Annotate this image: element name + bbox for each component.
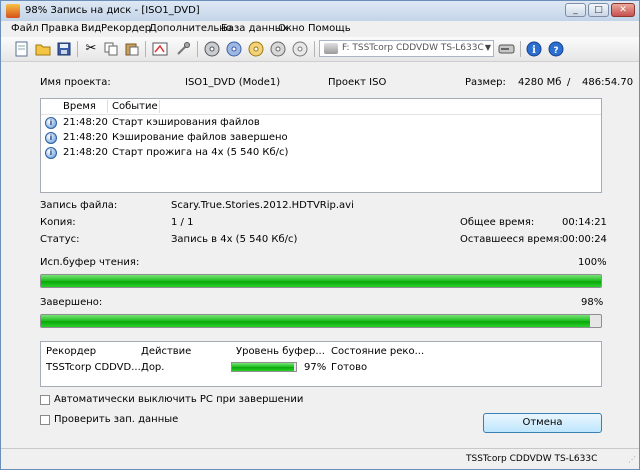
disc-info-icon[interactable] [291, 40, 309, 58]
complete-progress-fill [41, 315, 590, 327]
size-used: 4280 Мб [518, 77, 562, 88]
rec-col-state[interactable]: Состояние реко... [331, 346, 424, 357]
size-total: 486:54.70 [582, 77, 634, 88]
save-icon[interactable] [55, 40, 73, 58]
log-message: Кэширование файлов завершено [112, 132, 288, 143]
rec-buffer-fill [232, 363, 295, 371]
log-col-event[interactable]: Событие [112, 101, 158, 112]
web-help-icon[interactable]: ? [547, 40, 565, 58]
file-label: Запись файла: [40, 200, 118, 211]
copy-icon[interactable] [102, 40, 120, 58]
menu-extra[interactable]: Дополнительно [149, 23, 232, 34]
disc-icon[interactable] [203, 40, 221, 58]
file-value: Scary.True.Stories.2012.HDTVRip.avi [171, 200, 354, 211]
remaining-label: Оставшееся время: [460, 234, 563, 245]
burn-icon[interactable] [151, 40, 169, 58]
rec-recorder: TSSTcorp CDDVD... [46, 362, 141, 373]
log-row[interactable]: i 21:48:20 Старт кэширования файлов [41, 115, 601, 130]
complete-label: Завершено: [40, 297, 103, 308]
maximize-button[interactable]: □ [588, 3, 609, 17]
buffer-progress-fill [41, 275, 601, 287]
new-icon[interactable] [13, 40, 31, 58]
recorder-table[interactable]: Рекордер Действие Уровень буфер... Состо… [40, 341, 602, 387]
log-message: Старт прожига на 4x (5 540 Кб/с) [112, 147, 289, 158]
project-name-value: ISO1_DVD (Mode1) [185, 77, 281, 88]
burn-window: 98% Запись на диск - [ISO1_DVD] _ □ ✕ Фа… [0, 0, 640, 470]
total-time-label: Общее время: [460, 217, 535, 228]
menu-recorder[interactable]: Рекордер [101, 23, 151, 34]
cancel-button[interactable]: Отмена [483, 413, 602, 433]
paste-icon[interactable] [123, 40, 141, 58]
rec-col-action[interactable]: Действие [141, 346, 191, 357]
project-name-label: Имя проекта: [40, 77, 111, 88]
disc-copy-icon[interactable] [225, 40, 243, 58]
rec-state: Готово [331, 362, 368, 373]
title-bar: 98% Запись на диск - [ISO1_DVD] _ □ ✕ [1, 1, 639, 21]
remaining-value: 00:00:24 [562, 234, 607, 245]
resize-grip-icon[interactable]: ⋰ [628, 455, 636, 464]
svg-text:?: ? [553, 46, 558, 56]
info-bubble-icon: i [45, 147, 57, 159]
window-title: 98% Запись на диск - [ISO1_DVD] [25, 5, 200, 16]
log-row[interactable]: i 21:48:20 Кэширование файлов завершено [41, 130, 601, 145]
event-log[interactable]: Время Событие i 21:48:20 Старт кэширован… [40, 98, 602, 193]
app-icon [6, 4, 20, 18]
shutdown-label[interactable]: Автоматически выключить PC при завершени… [54, 394, 303, 405]
cut-icon[interactable]: ✂ [82, 40, 100, 58]
menu-help[interactable]: Помощь [308, 23, 351, 34]
eject-icon[interactable] [498, 40, 516, 58]
drive-select[interactable]: F: TSSTcorp CDDVDW TS-L633C ▼ [319, 40, 494, 57]
shutdown-checkbox[interactable] [40, 395, 50, 405]
chevron-down-icon: ▼ [484, 43, 491, 52]
log-time: 21:48:20 [63, 132, 108, 143]
menu-bar: Файл Правка Вид Рекордер Дополнительно Б… [1, 21, 639, 37]
toolbar: ✂ F: TSSTcorp CDDVDW TS-L633C ▼ i ? [1, 37, 639, 62]
size-label: Размер: [465, 77, 506, 88]
log-time: 21:48:20 [63, 117, 108, 128]
total-time-value: 00:14:21 [562, 217, 607, 228]
rec-col-recorder[interactable]: Рекордер [46, 346, 96, 357]
complete-progress-bar [40, 314, 602, 328]
drive-select-label: F: TSSTcorp CDDVDW TS-L633C [342, 43, 484, 53]
menu-window[interactable]: Окно [278, 23, 305, 34]
menu-edit[interactable]: Правка [41, 23, 79, 34]
log-header: Время Событие [41, 99, 601, 115]
copy-value: 1 / 1 [171, 217, 194, 228]
complete-percent: 98% [581, 297, 604, 308]
status-value: Запись в 4x (5 540 Кб/с) [171, 234, 298, 245]
rec-buffer-bar [231, 362, 297, 372]
verify-checkbox[interactable] [40, 415, 50, 425]
verify-label[interactable]: Проверить зап. данные [54, 414, 178, 425]
close-button[interactable]: ✕ [611, 3, 635, 17]
menu-view[interactable]: Вид [81, 23, 101, 34]
project-type: Проект ISO [328, 77, 387, 88]
log-col-time[interactable]: Время [63, 101, 96, 112]
disc-erase-icon[interactable] [269, 40, 287, 58]
size-separator: / [567, 77, 571, 88]
buffer-percent: 100% [578, 257, 607, 268]
rec-action: Дор. [141, 362, 165, 373]
log-message: Старт кэширования файлов [112, 117, 260, 128]
info-bubble-icon: i [45, 132, 57, 144]
info-icon[interactable]: i [525, 40, 543, 58]
svg-text:i: i [532, 45, 536, 56]
copy-label: Копия: [40, 217, 76, 228]
open-icon[interactable] [34, 40, 52, 58]
buffer-progress-bar [40, 274, 602, 288]
tools-icon[interactable] [175, 40, 193, 58]
buffer-label: Исп.буфер чтения: [40, 257, 140, 268]
status-bar: TSSTcorp CDDVDW TS-L633C ⋰ [1, 448, 639, 469]
minimize-button[interactable]: _ [565, 3, 586, 17]
rec-buffer-percent: 97% [304, 362, 327, 373]
statusbar-drive: TSSTcorp CDDVDW TS-L633C [466, 454, 598, 464]
rec-col-buffer[interactable]: Уровень буфер... [236, 346, 325, 357]
disc-edit-icon[interactable] [247, 40, 265, 58]
info-bubble-icon: i [45, 117, 57, 129]
menu-file[interactable]: Файл [11, 23, 39, 34]
log-row[interactable]: i 21:48:20 Старт прожига на 4x (5 540 Кб… [41, 145, 601, 160]
status-label: Статус: [40, 234, 80, 245]
drive-icon [324, 43, 338, 54]
log-time: 21:48:20 [63, 147, 108, 158]
